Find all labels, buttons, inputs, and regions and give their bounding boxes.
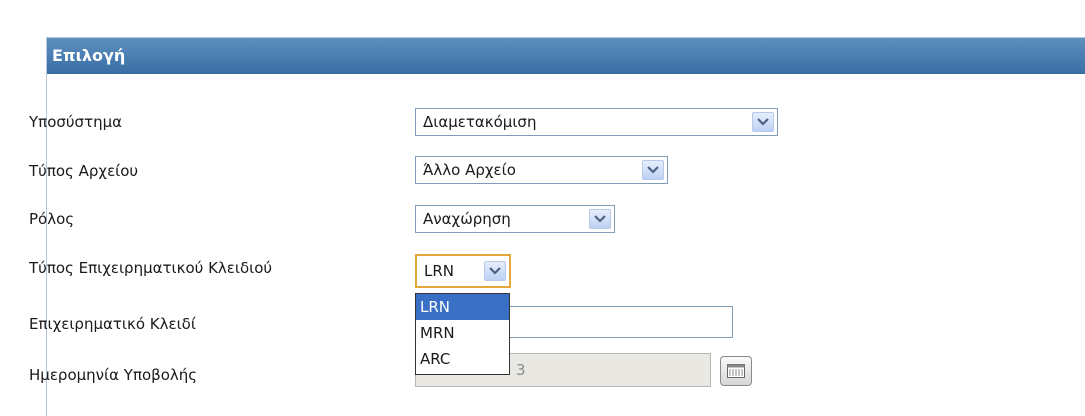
role-label: Ρόλος [29,210,75,228]
business-key-type-value: LRN [424,262,454,280]
calendar-icon [727,364,745,378]
file-type-select[interactable]: Άλλο Αρχείο [415,156,668,184]
subsystem-value: Διαμετακόμιση [423,113,537,131]
dropdown-option-mrn[interactable]: MRN [416,320,509,346]
business-key-type-dropdown: LRN MRN ARC [415,293,510,375]
dropdown-option-lrn[interactable]: LRN [416,294,509,320]
role-value: Αναχώρηση [423,210,511,228]
submission-date-label: Ημερομηνία Υποβολής [29,366,198,384]
chevron-down-icon[interactable] [589,209,611,229]
business-key-type-label: Τύπος Επιχειρηματικού Κλειδιού [29,259,273,277]
role-select[interactable]: Αναχώρηση [415,205,615,233]
subsystem-select[interactable]: Διαμετακόμιση [415,108,778,136]
dropdown-option-arc[interactable]: ARC [416,346,509,372]
business-key-type-select[interactable]: LRN [415,254,511,288]
file-type-label: Τύπος Αρχείου [29,162,139,180]
chevron-down-icon[interactable] [642,160,664,180]
panel-title: Επιλογή [47,38,1085,74]
file-type-value: Άλλο Αρχείο [423,161,516,179]
business-key-label: Επιχειρηματικό Κλειδί [29,315,196,333]
calendar-button[interactable] [720,356,752,386]
submission-date-value: 3 [516,361,526,379]
chevron-down-icon[interactable] [752,112,774,132]
chevron-down-icon[interactable] [484,261,506,281]
subsystem-label: Υποσύστημα [29,113,123,131]
